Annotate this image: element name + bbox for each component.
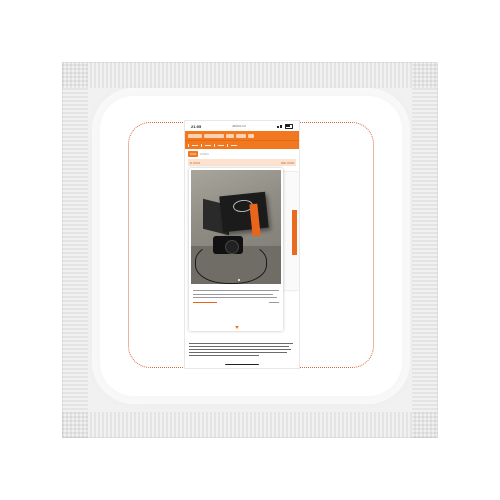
- next-card-photo-strip: [292, 210, 297, 255]
- menu-chip[interactable]: [226, 133, 234, 138]
- status-time: 21:05: [191, 123, 202, 129]
- listing-card[interactable]: [189, 168, 283, 331]
- price-dash: [193, 302, 217, 304]
- home-indicator: [225, 363, 259, 365]
- filter-right[interactable]: ••••• ••••••: [281, 161, 294, 165]
- view-tabs[interactable]: ••••• •••••••: [185, 149, 299, 158]
- top-nav[interactable]: [185, 131, 299, 140]
- listing-caption: [193, 290, 279, 316]
- filter-bar[interactable]: •• •••••• ••••• ••••••: [188, 159, 296, 166]
- carousel-dot[interactable]: [238, 279, 240, 281]
- battery-icon: [284, 123, 293, 129]
- search-chip[interactable]: [204, 133, 224, 138]
- description-text: [189, 343, 293, 358]
- category-nav[interactable]: [185, 140, 299, 149]
- logo-chip[interactable]: [188, 133, 202, 138]
- chevron-down-icon[interactable]: [235, 326, 239, 329]
- status-url: aukro.cz: [232, 124, 246, 128]
- tab-secondary[interactable]: •••••••: [200, 152, 209, 156]
- tab-active[interactable]: •••••: [188, 150, 199, 157]
- status-icons: [276, 123, 293, 129]
- account-chip[interactable]: [236, 133, 246, 138]
- listing-photo[interactable]: [191, 170, 281, 284]
- filter-left[interactable]: •• ••••••: [190, 161, 200, 165]
- phone-screenshot: 21:05 aukro.cz ••••• ••••••• •• •••••• •…: [185, 121, 299, 368]
- cart-chip[interactable]: [248, 133, 254, 138]
- status-bar: 21:05 aukro.cz: [185, 121, 299, 131]
- signal-icon: [276, 124, 283, 129]
